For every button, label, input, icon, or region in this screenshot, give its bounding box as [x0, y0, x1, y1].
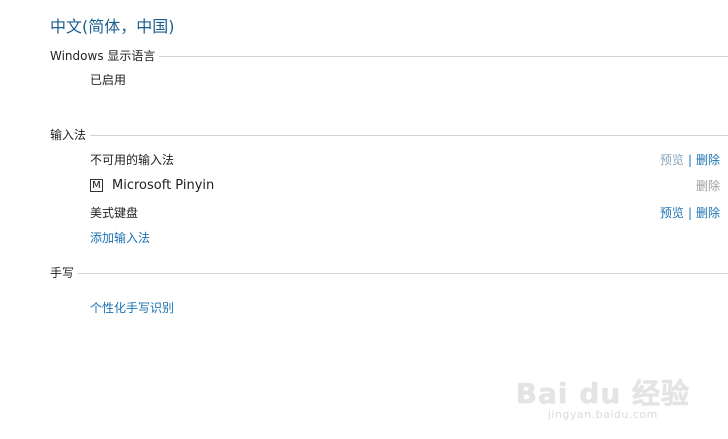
personalize-handwriting-link[interactable]: 个性化手写识别 — [90, 300, 174, 316]
watermark-url: jingyan.baidu.com — [547, 408, 658, 421]
unavailable-input-methods-actions: 预览 | 删除 — [660, 152, 720, 168]
watermark-logo: Bai du 经验 — [515, 377, 690, 410]
page-title: 中文(简体，中国) — [50, 17, 175, 36]
input-methods-header-label: 输入法 — [50, 128, 87, 142]
delete-link[interactable]: 删除 — [696, 153, 720, 167]
handwriting-section-header: 手写 — [50, 265, 728, 281]
add-input-method-link[interactable]: 添加输入法 — [90, 230, 150, 246]
preview-link[interactable]: 预览 — [660, 153, 684, 167]
microsoft-pinyin-actions: 删除 — [696, 178, 720, 194]
unavailable-input-methods-label: 不可用的输入法 — [90, 153, 175, 167]
ime-m-icon: M — [90, 179, 103, 192]
display-language-section-header: Windows 显示语言 — [50, 48, 728, 64]
baidu-jingyan-watermark: Bai du 经验 jingyan.baidu.com — [516, 379, 690, 421]
input-method-row-microsoft-pinyin: M Microsoft Pinyin — [90, 178, 214, 193]
input-method-name: Microsoft Pinyin — [112, 178, 215, 193]
display-language-status: 已启用 — [90, 73, 127, 87]
preview-link[interactable]: 预览 — [660, 206, 684, 220]
delete-link-disabled: 删除 — [695, 179, 720, 193]
action-separator: | — [687, 206, 692, 220]
section-divider — [90, 134, 728, 136]
delete-link[interactable]: 删除 — [696, 206, 720, 220]
input-methods-section-header: 输入法 — [50, 127, 728, 143]
section-divider — [78, 272, 728, 274]
input-method-row-us-keyboard: 美式键盘 — [90, 206, 139, 220]
section-divider — [159, 55, 728, 57]
handwriting-header-label: 手写 — [50, 266, 75, 280]
us-keyboard-actions: 预览 | 删除 — [660, 205, 720, 221]
display-language-header-label: Windows 显示语言 — [50, 49, 156, 63]
action-separator: | — [687, 153, 692, 167]
